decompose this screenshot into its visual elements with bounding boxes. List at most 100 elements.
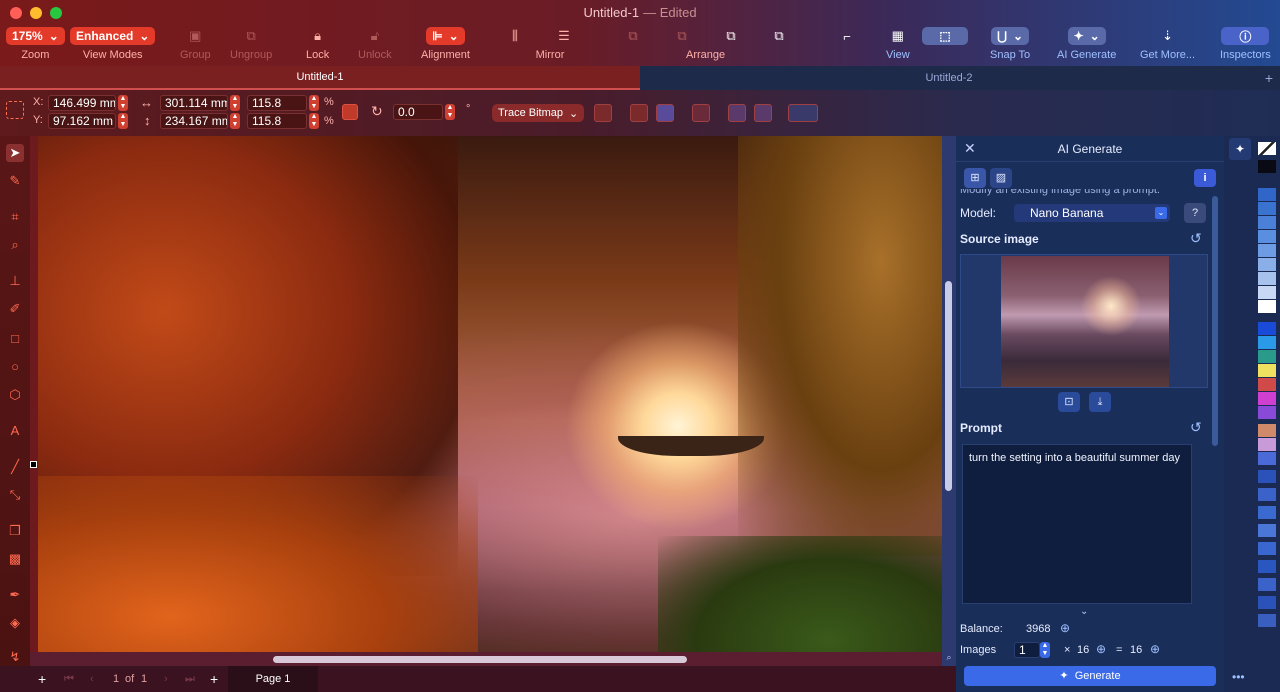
chevron-down-icon[interactable]: ⌄ xyxy=(1080,606,1088,617)
previous-page-button[interactable]: ‹ xyxy=(90,673,94,685)
reset-prompt-icon[interactable]: ↺ xyxy=(1190,419,1202,436)
model-help-button[interactable]: ? xyxy=(1184,203,1206,223)
unlock-button[interactable]: 🔓︎ Unlock xyxy=(358,27,392,61)
add-page-button[interactable]: + xyxy=(38,671,46,687)
connector-tool-icon[interactable]: ⤡ xyxy=(6,486,24,504)
color-swatch[interactable] xyxy=(1258,230,1276,243)
view-button[interactable]: ▦ View xyxy=(886,27,910,61)
line-tool-icon[interactable]: ╱ xyxy=(6,458,24,476)
x-position-input[interactable]: 146.499 mm xyxy=(48,95,116,111)
color-swatch[interactable] xyxy=(1258,452,1276,465)
view-modes-control[interactable]: Enhanced ⌄ View Modes xyxy=(70,27,156,61)
height-stepper[interactable]: ▲ ▼ xyxy=(230,113,240,129)
more-options-dropdown[interactable] xyxy=(788,104,818,122)
eyedropper-tool-icon[interactable]: ✒ xyxy=(6,586,24,604)
color-swatch[interactable] xyxy=(1258,286,1276,299)
horizontal-scrollbar[interactable] xyxy=(30,652,942,666)
color-swatch[interactable] xyxy=(1258,378,1276,391)
color-swatch[interactable] xyxy=(1258,424,1276,437)
y-stepper[interactable]: ▲ ▼ xyxy=(118,113,128,129)
bring-forward-button[interactable]: ⧉ xyxy=(673,27,691,45)
generate-button[interactable]: ✦ Generate xyxy=(964,666,1216,686)
rotation-stepper[interactable]: ▲ ▼ xyxy=(445,104,455,120)
tab-untitled-1[interactable]: Untitled-1 xyxy=(0,66,640,90)
page-tab[interactable]: Page 1 xyxy=(228,666,318,692)
send-backward-button[interactable]: ⧉ xyxy=(722,27,740,45)
height-input[interactable]: 234.167 mm xyxy=(160,113,228,129)
canvas-image[interactable] xyxy=(38,136,942,652)
color-swatch[interactable] xyxy=(1258,336,1276,349)
x-stepper[interactable]: ▲ ▼ xyxy=(118,95,128,111)
rectangle-tool-icon[interactable]: □ xyxy=(6,330,24,348)
panel-scrollbar[interactable] xyxy=(1212,196,1218,446)
buy-credits-icon[interactable]: ⊕ xyxy=(1060,621,1070,635)
edit-nodes-button[interactable] xyxy=(728,104,746,122)
info-button[interactable]: i xyxy=(1194,169,1216,187)
prompt-textarea[interactable]: turn the setting into a beautiful summer… xyxy=(962,444,1192,604)
bring-front-button[interactable]: ⧉ xyxy=(624,27,642,45)
zoom-corner-icon[interactable]: ⌕ xyxy=(942,652,956,666)
new-tab-button[interactable]: + xyxy=(1258,66,1280,90)
color-swatch[interactable] xyxy=(1258,542,1276,555)
color-swatch[interactable] xyxy=(1258,470,1276,483)
ai-sparkle-tab[interactable]: ✦ xyxy=(1229,138,1251,160)
vertical-scroll-thumb[interactable] xyxy=(945,281,952,491)
color-swatch[interactable] xyxy=(1258,188,1276,201)
source-image-well[interactable] xyxy=(960,254,1208,388)
scale-x-stepper[interactable]: ▲ ▼ xyxy=(309,95,319,111)
model-dropdown[interactable]: Nano Banana ⌄ xyxy=(1014,204,1170,222)
color-swatch[interactable] xyxy=(1258,578,1276,591)
color-swatch[interactable] xyxy=(1258,506,1276,519)
color-swatch[interactable] xyxy=(1258,322,1276,335)
measure-tool-icon[interactable]: ⊥ xyxy=(6,272,24,290)
trace-bitmap-dropdown[interactable]: Trace Bitmap ⌄ xyxy=(492,104,585,122)
inspectors-button[interactable]: ⓘ Inspectors xyxy=(1220,27,1271,61)
zoom-tool-icon[interactable]: ⌕ xyxy=(6,236,24,254)
width-stepper[interactable]: ▲ ▼ xyxy=(230,95,240,111)
inspectors-toggle[interactable]: ⓘ xyxy=(1221,27,1270,45)
scale-y-input[interactable]: 115.8 xyxy=(247,113,307,129)
mirror-vertical-icon[interactable]: ☰ xyxy=(555,27,573,45)
y-position-input[interactable]: 97.162 mm xyxy=(48,113,116,129)
use-selection-button[interactable]: ⊡ xyxy=(1058,392,1080,412)
color-swatch[interactable] xyxy=(1258,392,1276,405)
lock-button[interactable]: 🔒︎ Lock xyxy=(306,27,329,61)
crop-tool-icon[interactable]: ⌗ xyxy=(6,208,24,226)
ellipse-tool-icon[interactable]: ○ xyxy=(6,358,24,376)
pointer-tool-icon[interactable]: ➤ xyxy=(6,144,24,162)
color-swatch[interactable] xyxy=(1258,258,1276,271)
color-swatch[interactable] xyxy=(1258,216,1276,229)
white-swatch[interactable] xyxy=(1258,300,1276,313)
ai-generate-control[interactable]: ✦ ⌄ AI Generate xyxy=(1057,27,1116,61)
image-adjust-button[interactable] xyxy=(594,104,612,122)
reset-source-icon[interactable]: ↺ xyxy=(1190,230,1202,247)
group-button[interactable]: ▣ Group xyxy=(180,27,211,61)
transparency-tool-icon[interactable]: ▩ xyxy=(6,550,24,568)
rotation-input[interactable]: 0.0 xyxy=(393,104,443,120)
alignment-dropdown[interactable]: ⊫ ⌄ xyxy=(426,27,465,45)
color-swatch[interactable] xyxy=(1258,438,1276,451)
color-swatch[interactable] xyxy=(1258,244,1276,257)
color-swatch[interactable] xyxy=(1258,488,1276,501)
view-modes-dropdown[interactable]: Enhanced ⌄ xyxy=(70,27,156,45)
crop-frame-button[interactable] xyxy=(630,104,648,122)
color-swatch[interactable] xyxy=(1258,614,1276,627)
mirror-horizontal-button[interactable]: ⫼ xyxy=(506,27,524,45)
smudge-tool-icon[interactable]: ↯ xyxy=(6,648,24,666)
reference-point-icon[interactable] xyxy=(6,101,24,119)
lock-proportions-button[interactable] xyxy=(342,104,358,120)
color-swatch[interactable] xyxy=(1258,364,1276,377)
color-swatch[interactable] xyxy=(1258,350,1276,363)
pen-tool-option-button[interactable] xyxy=(754,104,772,122)
fit-frame-button[interactable] xyxy=(656,104,674,122)
horizontal-scroll-thumb[interactable] xyxy=(273,656,687,663)
import-image-button[interactable]: ⤓ xyxy=(1089,392,1111,412)
canvas-frame-button[interactable] xyxy=(692,104,710,122)
polygon-tool-icon[interactable]: ⬡ xyxy=(6,386,24,404)
guides-button[interactable]: ⌐ xyxy=(838,27,856,45)
send-back-button[interactable]: ⧉ xyxy=(770,27,788,45)
rulers-toggle[interactable]: ⬚ xyxy=(922,27,968,45)
zoom-dropdown[interactable]: 175% ⌄ xyxy=(6,27,65,45)
node-tool-icon[interactable]: ✎ xyxy=(6,172,24,190)
color-swatch[interactable] xyxy=(1258,596,1276,609)
